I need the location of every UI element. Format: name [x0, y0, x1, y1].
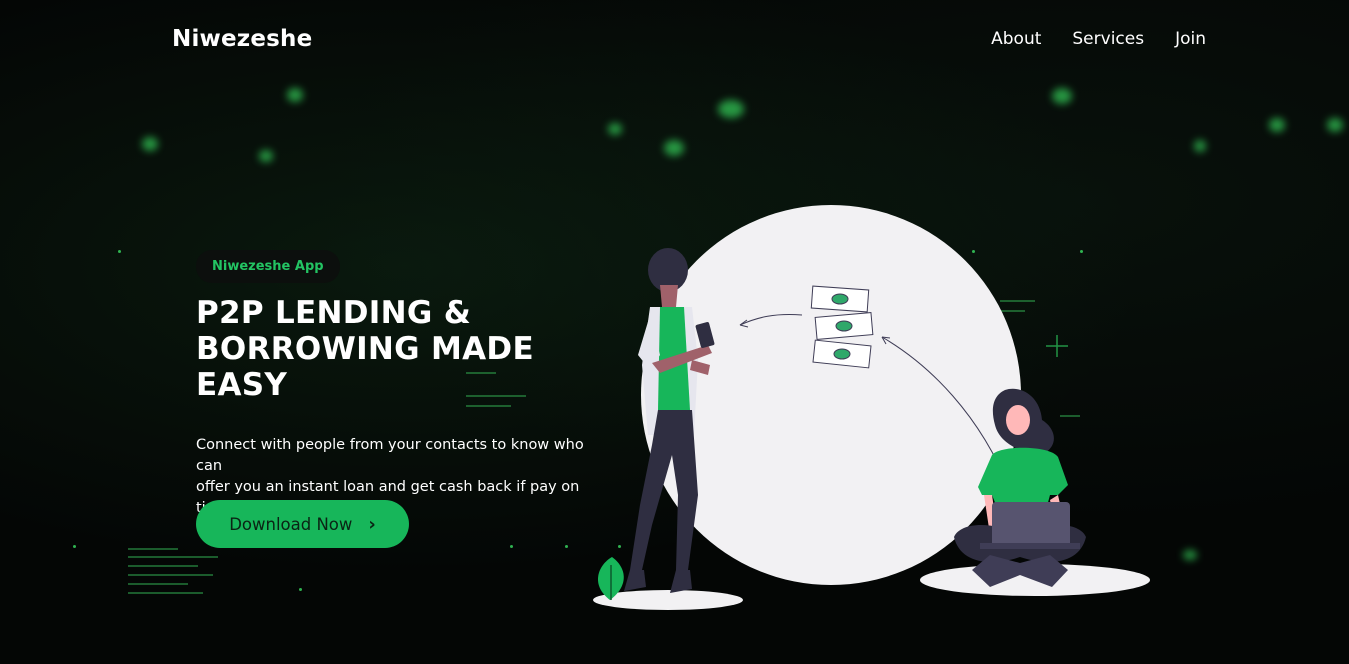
nav-link-join[interactable]: Join: [1175, 29, 1206, 49]
hero-title-line: P2P LENDING &: [196, 295, 472, 331]
logo[interactable]: Niwezeshe: [172, 26, 312, 52]
spark: [73, 545, 76, 548]
glow-dot: [608, 123, 622, 135]
app-badge: Niwezeshe App: [196, 250, 340, 283]
glow-dot: [664, 140, 684, 156]
spark: [118, 250, 121, 253]
nav-link-about[interactable]: About: [991, 29, 1041, 49]
hero-title: P2P LENDING & BORROWING MADE EASY: [196, 295, 616, 403]
glow-dot: [142, 137, 158, 151]
hero-title-line: BORROWING MADE: [196, 331, 534, 367]
glow-dot: [1052, 88, 1072, 104]
spark: [565, 545, 568, 548]
glow-dot: [1183, 550, 1197, 560]
hero-description-line: Connect with people from your contacts t…: [196, 437, 584, 474]
code-line: [128, 592, 203, 594]
glow-dot: [1327, 118, 1343, 132]
glow-dot: [287, 88, 303, 102]
glow-dot: [1194, 140, 1206, 152]
top-navigation: Niwezeshe About Services Join: [0, 0, 1349, 80]
nav-links: About Services Join: [991, 29, 1206, 49]
nav-link-services[interactable]: Services: [1072, 29, 1144, 49]
money-bills-icon: [810, 285, 874, 369]
download-now-button[interactable]: Download Now ›: [196, 500, 409, 548]
glow-dot: [1269, 118, 1285, 132]
code-line: [128, 583, 188, 585]
download-now-label: Download Now: [229, 514, 353, 534]
glow-dot: [259, 150, 273, 162]
glow-dot: [718, 100, 744, 118]
code-line: [128, 556, 218, 558]
code-line: [128, 548, 178, 550]
spark: [299, 588, 302, 591]
hero-title-line: EASY: [196, 367, 288, 403]
code-line: [128, 574, 213, 576]
hero-section: Niwezeshe App P2P LENDING & BORROWING MA…: [196, 250, 616, 519]
spark: [510, 545, 513, 548]
chevron-right-icon: ›: [368, 513, 376, 535]
background-circle: [641, 205, 1021, 585]
code-line: [128, 565, 198, 567]
people-exchanging-money-illustration: [593, 205, 1150, 610]
